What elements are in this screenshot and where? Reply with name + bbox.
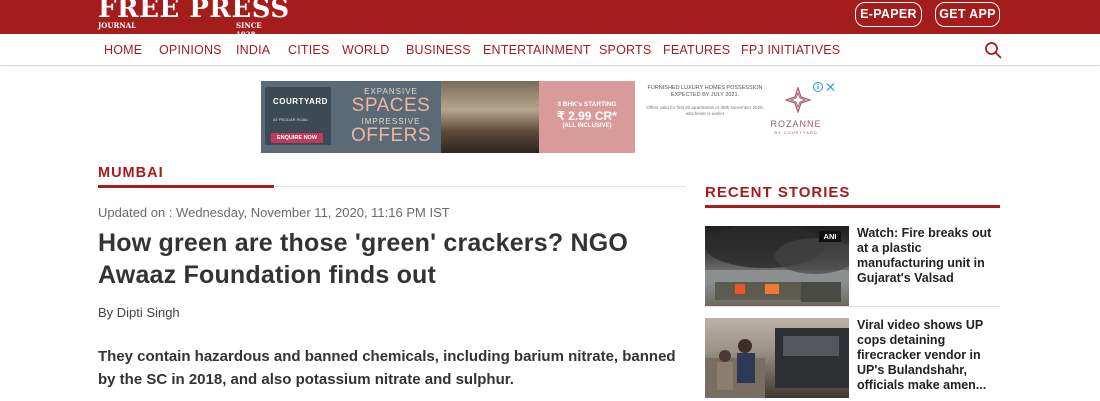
- rozanne-star-logo-icon: [785, 87, 811, 113]
- ad-price-text: ₹ 2.99 CR*: [557, 109, 617, 123]
- ad-banner[interactable]: COURTYARD AT PEDDAR ROAD ENQUIRE NOW EXP…: [261, 81, 837, 153]
- site-logo[interactable]: FREE PRESS JOURNAL SINCE 1928: [98, 0, 289, 39]
- story-title[interactable]: Watch: Fire breaks out at a plastic manu…: [857, 226, 1005, 286]
- logo-journal: JOURNAL: [98, 21, 137, 30]
- ad-spaces-text: SPACES: [351, 95, 431, 116]
- article-summary: They contain hazardous and banned chemic…: [98, 348, 676, 388]
- nav-item-sports[interactable]: SPORTS: [599, 43, 651, 57]
- ad-offers-text: OFFERS: [350, 125, 432, 146]
- top-bar: FREE PRESS JOURNAL SINCE 1928 E-PAPER GE…: [0, 0, 1100, 39]
- search-icon[interactable]: [984, 41, 1002, 59]
- section-underline: [98, 185, 274, 188]
- article-headline: How green are those 'green' crackers? NG…: [98, 229, 629, 289]
- ad-enquire-button[interactable]: ENQUIRE NOW: [271, 133, 323, 143]
- nav-item-features[interactable]: FEATURES: [663, 43, 730, 57]
- ad-address: AT PEDDAR ROAD: [273, 117, 309, 122]
- nav-item-home[interactable]: HOME: [104, 43, 142, 57]
- ad-valid-text: Offers valid for first 20 apartments or …: [646, 105, 764, 116]
- article-updated-time: Updated on : Wednesday, November 11, 202…: [98, 205, 450, 220]
- ad-bhk-text: 3 BHK's STARTING: [557, 101, 617, 108]
- section-divider: [274, 186, 686, 187]
- recent-stories-underline: [705, 205, 1000, 208]
- ani-tag: ANI: [819, 231, 841, 242]
- main-nav: HOME OPINIONS INDIA CITIES WORLD BUSINES…: [0, 34, 1100, 66]
- ad-furnished-text: FURNISHED LUXURY HOMES POSSESSION EXPECT…: [647, 85, 763, 98]
- ad-inclusive-text: (ALL INCLUSIVE): [562, 123, 612, 129]
- story-thumbnail[interactable]: [705, 318, 849, 398]
- ad-by-courtyard-text: BY COURTYARD: [774, 130, 818, 135]
- ad-left-panel: COURTYARD AT PEDDAR ROAD ENQUIRE NOW EXP…: [261, 81, 441, 153]
- ad-courtyard-logo: COURTYARD: [273, 97, 328, 106]
- get-app-button[interactable]: GET APP: [935, 2, 1000, 27]
- recent-story-item[interactable]: ANI Watch: Fire breaks out at a plastic …: [705, 226, 1000, 307]
- street-scene-image: [705, 328, 849, 398]
- ad-right-panel: FURNISHED LUXURY HOMES POSSESSION EXPECT…: [635, 81, 837, 153]
- article-byline[interactable]: By Dipti Singh: [98, 305, 180, 320]
- section-label[interactable]: MUMBAI: [98, 165, 164, 181]
- ad-rozanne-text: ROZANNE: [770, 119, 822, 129]
- nav-item-entertainment[interactable]: ENTERTAINMENT: [483, 43, 591, 57]
- nav-item-india[interactable]: INDIA: [236, 43, 270, 57]
- story-thumbnail[interactable]: ANI: [705, 226, 849, 306]
- nav-item-business[interactable]: BUSINESS: [406, 43, 471, 57]
- nav-item-fpj-initiatives[interactable]: FPJ INITIATIVES: [741, 43, 840, 57]
- story-title[interactable]: Viral video shows UP cops detaining fire…: [857, 318, 1005, 393]
- nav-item-cities[interactable]: CITIES: [288, 43, 329, 57]
- ad-choices-icon[interactable]: [812, 81, 837, 93]
- recent-story-item[interactable]: Viral video shows UP cops detaining fire…: [705, 318, 1000, 401]
- ad-interior-photo: [441, 81, 539, 153]
- nav-item-world[interactable]: WORLD: [342, 43, 390, 57]
- recent-stories-title: RECENT STORIES: [705, 184, 851, 201]
- epaper-button[interactable]: E-PAPER: [855, 2, 922, 27]
- nav-item-opinions[interactable]: OPINIONS: [159, 43, 222, 57]
